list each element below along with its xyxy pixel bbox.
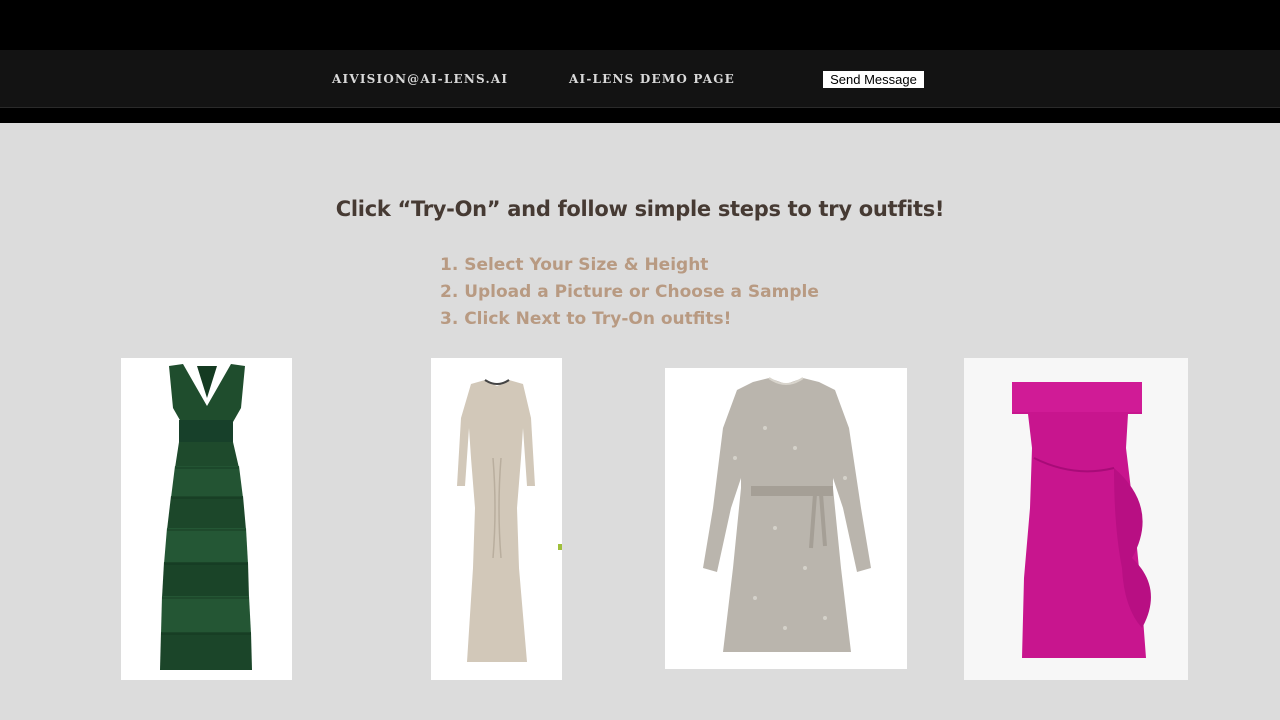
product-card-champagne-gown[interactable]	[431, 358, 562, 680]
send-message-button[interactable]: Send Message	[823, 71, 924, 88]
product-card-silver-dress[interactable]	[665, 368, 907, 669]
product-card-magenta-dress[interactable]	[964, 358, 1188, 680]
divider-strip	[0, 108, 1280, 123]
step-item: 3. Click Next to Try-On outfits!	[440, 309, 732, 329]
green-velvet-tiered-gown-image	[160, 364, 252, 670]
product-card-green-gown[interactable]	[121, 358, 292, 680]
top-black-bar	[0, 0, 1280, 50]
magenta-off-shoulder-dress-image	[1012, 382, 1151, 658]
champagne-long-sleeve-gown-image	[457, 379, 562, 662]
page-headline: Click “Try-On” and follow simple steps t…	[335, 197, 945, 221]
steps-list: 1. Select Your Size & Height 2. Upload a…	[440, 252, 819, 333]
email-link[interactable]: AIVISION@AI-LENS.AI	[332, 72, 508, 86]
step-item: 2. Upload a Picture or Choose a Sample	[440, 282, 819, 302]
step-item: 1. Select Your Size & Height	[440, 255, 709, 275]
navigation-bar: AIVISION@AI-LENS.AI AI-LENS DEMO PAGE Se…	[0, 50, 1280, 108]
demo-page-link[interactable]: AI-LENS DEMO PAGE	[569, 72, 735, 86]
silver-sequin-mini-dress-image	[703, 377, 871, 652]
